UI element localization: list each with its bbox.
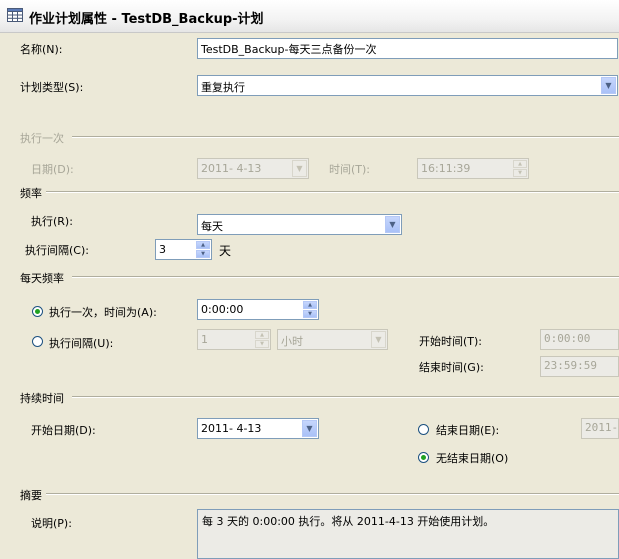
window-title: 作业计划属性 - TestDB_Backup-计划: [29, 12, 264, 27]
occurs-select[interactable]: 每天 ▼: [197, 214, 402, 235]
occurs-every-label: 执行间隔(U):: [49, 337, 114, 350]
start-time-input[interactable]: 0:00:00: [540, 329, 619, 350]
chevron-down-icon[interactable]: ▼: [601, 77, 616, 94]
one-time-date-picker[interactable]: 2011- 4-13 ▼: [197, 158, 309, 179]
one-time-divider: [72, 136, 619, 138]
chevron-down-icon[interactable]: ▼: [385, 216, 400, 233]
occurs-once-time-value: 0:00:00: [201, 303, 244, 316]
occurs-every-radio[interactable]: [32, 336, 43, 347]
summary-divider: [46, 493, 619, 495]
one-time-time-stepper[interactable]: 16:11:39 ▲ ▼: [417, 158, 529, 179]
schedule-type-select[interactable]: 重复执行 ▼: [197, 75, 618, 96]
occurs-once-radio[interactable]: [32, 306, 43, 317]
frequency-divider: [46, 191, 619, 193]
start-date-picker[interactable]: 2011- 4-13 ▼: [197, 418, 319, 439]
occurs-every-stepper[interactable]: 1 ▲ ▼: [197, 329, 271, 350]
chevron-down-icon[interactable]: ▼: [371, 331, 386, 348]
end-time-input[interactable]: 23:59:59: [540, 356, 619, 377]
start-date-value: 2011- 4-13: [201, 422, 262, 435]
end-date-label: 结束日期(E):: [436, 424, 500, 437]
one-time-time-label: 时间(T):: [329, 163, 371, 176]
chevron-down-icon[interactable]: ▼: [292, 160, 307, 177]
no-end-date-radio[interactable]: [418, 452, 429, 463]
occurs-once-label: 执行一次，时间为(A):: [49, 306, 157, 319]
end-date-picker[interactable]: 2011-: [581, 418, 619, 439]
occurs-value: 每天: [201, 220, 223, 233]
once-time-spin-buttons[interactable]: ▲ ▼: [303, 301, 317, 318]
interval-unit: 天: [219, 244, 232, 258]
end-time-label: 结束时间(G):: [419, 361, 484, 374]
start-date-label: 开始日期(D):: [31, 424, 96, 437]
occurs-every-value: 1: [201, 333, 208, 346]
title-bar[interactable]: 作业计划属性 - TestDB_Backup-计划: [0, 0, 619, 33]
interval-label: 执行间隔(C):: [25, 244, 89, 257]
one-time-date-label: 日期(D):: [31, 163, 74, 176]
interval-value: 3: [159, 243, 166, 256]
frequency-section-title: 频率: [20, 187, 42, 200]
every-spin-buttons[interactable]: ▲ ▼: [255, 331, 269, 348]
grid-icon: [7, 8, 23, 22]
chevron-down-icon[interactable]: ▼: [302, 420, 317, 437]
one-time-time-value: 16:11:39: [421, 162, 471, 175]
one-time-section-title: 执行一次: [20, 132, 64, 145]
schedule-type-label: 计划类型(S):: [20, 81, 84, 94]
name-label: 名称(N):: [20, 43, 63, 56]
schedule-type-value: 重复执行: [201, 81, 245, 94]
occurs-every-unit-value: 小时: [281, 335, 303, 348]
time-spin-buttons[interactable]: ▲ ▼: [513, 160, 527, 177]
interval-spin-buttons[interactable]: ▲ ▼: [196, 241, 210, 258]
duration-section-title: 持续时间: [20, 392, 64, 405]
summary-section-title: 摘要: [20, 489, 42, 502]
name-input[interactable]: TestDB_Backup-每天三点备份一次: [197, 38, 618, 59]
daily-frequency-section-title: 每天频率: [20, 272, 64, 285]
description-label: 说明(P):: [31, 517, 72, 530]
end-date-radio[interactable]: [418, 424, 429, 435]
occurs-once-time-stepper[interactable]: 0:00:00 ▲ ▼: [197, 299, 319, 320]
start-time-label: 开始时间(T):: [419, 335, 483, 348]
description-text[interactable]: 每 3 天的 0:00:00 执行。将从 2011-4-13 开始使用计划。: [197, 509, 619, 559]
duration-divider: [72, 396, 619, 398]
daily-frequency-divider: [72, 276, 619, 278]
no-end-date-label: 无结束日期(O): [436, 452, 509, 465]
interval-stepper[interactable]: 3 ▲ ▼: [155, 239, 212, 260]
occurs-every-unit-select[interactable]: 小时 ▼: [277, 329, 388, 350]
one-time-date-value: 2011- 4-13: [201, 162, 262, 175]
occurs-label: 执行(R):: [31, 215, 73, 228]
